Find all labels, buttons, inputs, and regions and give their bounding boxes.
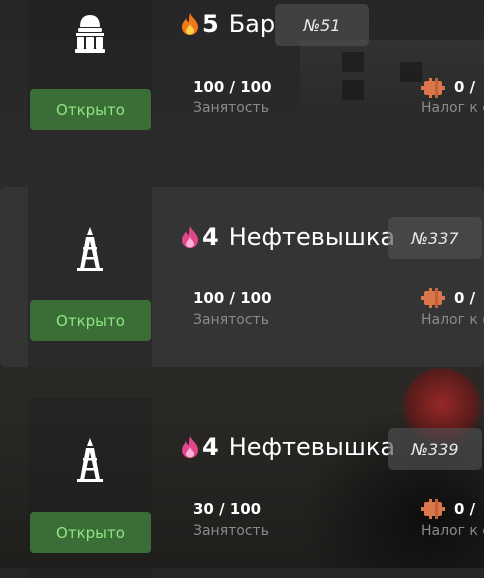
property-title: 4 Нефтевышка xyxy=(180,429,395,465)
property-level: 4 xyxy=(202,433,219,461)
tax-label: Налог к о xyxy=(421,312,484,328)
occupancy-label: Занятость xyxy=(193,523,269,539)
tax-coin-icon xyxy=(421,288,445,308)
tax-label: Налог к о xyxy=(421,100,484,116)
property-level: 4 xyxy=(202,223,219,251)
property-card-oil-rig: Открыто 4 Нефтевышка №339 30 / 100 Занят… xyxy=(0,398,484,578)
tax-value: 0 / xyxy=(454,289,476,307)
bar-icon xyxy=(75,15,105,53)
flame-icon xyxy=(182,226,198,248)
property-level: 5 xyxy=(202,10,219,38)
property-number-badge: №339 xyxy=(388,428,482,470)
status-open-button[interactable]: Открыто xyxy=(30,512,151,553)
property-name: Нефтевышка xyxy=(228,433,396,461)
tax-value: 0 / xyxy=(454,500,476,518)
oil-rig-icon xyxy=(77,438,103,482)
flame-icon xyxy=(182,436,198,458)
property-title: 4 Нефтевышка xyxy=(180,219,395,255)
property-number-badge: №337 xyxy=(388,217,482,259)
occupancy-label: Занятость xyxy=(193,100,269,116)
property-name: Бар xyxy=(228,10,276,38)
flame-icon xyxy=(182,13,198,35)
status-open-button[interactable]: Открыто xyxy=(30,300,151,341)
occupancy-label: Занятость xyxy=(193,312,269,328)
oil-rig-icon xyxy=(77,227,103,271)
property-name: Нефтевышка xyxy=(228,223,396,251)
property-card-bar: Открыто 5 Бар №51 100 / 100 Занятость 0 … xyxy=(0,0,484,130)
occupancy-value: 100 / 100 xyxy=(193,78,272,96)
occupancy-value: 100 / 100 xyxy=(193,289,272,307)
tax-coin-icon xyxy=(421,499,445,519)
occupancy-value: 30 / 100 xyxy=(193,500,262,518)
property-card-oil-rig: Открыто 4 Нефтевышка №337 100 / 100 Заня… xyxy=(0,187,484,367)
tax-value: 0 / xyxy=(454,78,476,96)
property-title: 5 Бар xyxy=(180,6,275,42)
tax-coin-icon xyxy=(421,78,445,98)
property-number-badge: №51 xyxy=(275,4,369,46)
tax-label: Налог к с xyxy=(421,523,484,539)
status-open-button[interactable]: Открыто xyxy=(30,89,151,130)
